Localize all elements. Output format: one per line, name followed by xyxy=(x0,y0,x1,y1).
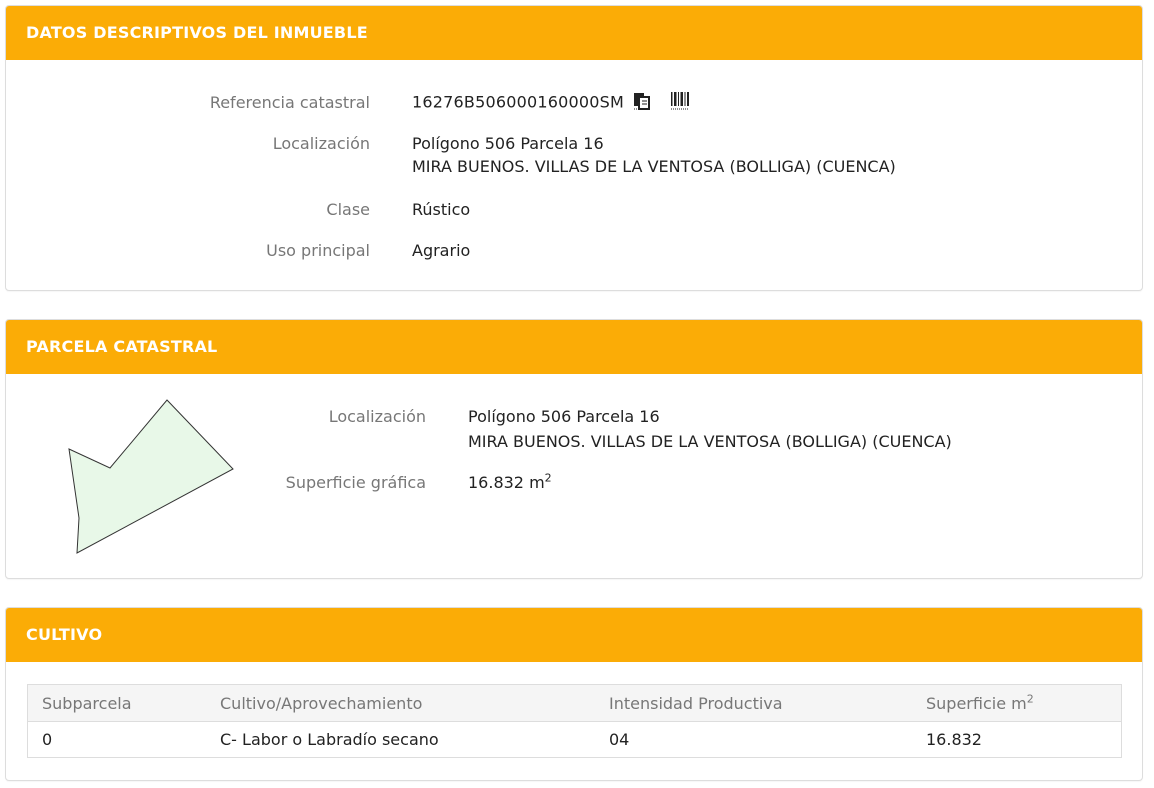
barcode-icon[interactable] xyxy=(670,90,690,116)
parcela-catastral-title: PARCELA CATASTRAL xyxy=(6,320,1142,374)
datos-descriptivos-title: DATOS DESCRIPTIVOS DEL INMUEBLE xyxy=(6,6,1142,60)
cell-intensidad: 04 xyxy=(595,721,912,758)
col-superficie-exponent: 2 xyxy=(1026,692,1034,706)
col-superficie-text: Superficie m xyxy=(926,693,1027,713)
col-intensidad-header: Intensidad Productiva xyxy=(595,684,912,722)
cultivo-panel: CULTIVO Subparcela Cultivo/Aprovechamien… xyxy=(5,607,1143,781)
cultivo-table-header: Subparcela Cultivo/Aprovechamiento Inten… xyxy=(27,684,1122,722)
parcela-localizacion-label: Localización xyxy=(328,407,426,426)
uso-principal-text: Agrario xyxy=(412,241,471,260)
col-subparcela-header: Subparcela xyxy=(27,684,206,722)
clase-text: Rústico xyxy=(412,200,471,219)
cell-subparcela: 0 xyxy=(27,721,206,758)
cultivo-table: Subparcela Cultivo/Aprovechamiento Inten… xyxy=(27,684,1122,758)
localizacion-line-2: MIRA BUENOS. VILLAS DE LA VENTOSA (BOLLI… xyxy=(412,157,896,176)
parcel-shape-graphic[interactable] xyxy=(56,392,246,562)
col-superficie-header: Superficie m2 xyxy=(912,684,1122,722)
superficie-grafica-text: 16.832 m xyxy=(468,473,545,492)
parcel-polygon xyxy=(68,399,234,554)
datos-descriptivos-panel: DATOS DESCRIPTIVOS DEL INMUEBLE Referenc… xyxy=(5,5,1143,291)
ref-catastral-value: 16276B506000160000SM xyxy=(412,90,690,113)
col-cultivo-header: Cultivo/Aprovechamiento xyxy=(206,684,595,722)
ref-catastral-label: Referencia catastral xyxy=(209,93,370,112)
clase-label: Clase xyxy=(326,200,370,219)
cultivo-title: CULTIVO xyxy=(6,608,1142,662)
copy-icon[interactable] xyxy=(633,90,651,116)
uso-principal-label: Uso principal xyxy=(266,241,370,260)
uso-principal-value: Agrario xyxy=(412,239,470,262)
parcela-localizacion-line-2: MIRA BUENOS. VILLAS DE LA VENTOSA (BOLLI… xyxy=(468,432,952,451)
parcela-localizacion-value: Polígono 506 Parcela 16 MIRA BUENOS. VIL… xyxy=(468,405,952,453)
localizacion-line-1: Polígono 506 Parcela 16 xyxy=(412,134,604,153)
cell-cultivo: C- Labor o Labradío secano xyxy=(206,721,595,758)
parcela-localizacion-line-1: Polígono 506 Parcela 16 xyxy=(468,407,660,426)
localizacion-label: Localización xyxy=(272,134,370,153)
table-row: 0 C- Labor o Labradío secano 04 16.832 xyxy=(27,721,1122,758)
superficie-grafica-label: Superficie gráfica xyxy=(285,473,426,492)
cell-superficie: 16.832 xyxy=(912,721,1122,758)
ref-catastral-text[interactable]: 16276B506000160000SM xyxy=(412,93,624,112)
localizacion-value: Polígono 506 Parcela 16 MIRA BUENOS. VIL… xyxy=(412,132,896,178)
parcela-catastral-panel: PARCELA CATASTRAL Localización Polígono … xyxy=(5,319,1143,579)
superficie-exponent: 2 xyxy=(544,471,552,485)
superficie-grafica-value: 16.832 m2 xyxy=(468,471,552,494)
clase-value: Rústico xyxy=(412,198,470,221)
